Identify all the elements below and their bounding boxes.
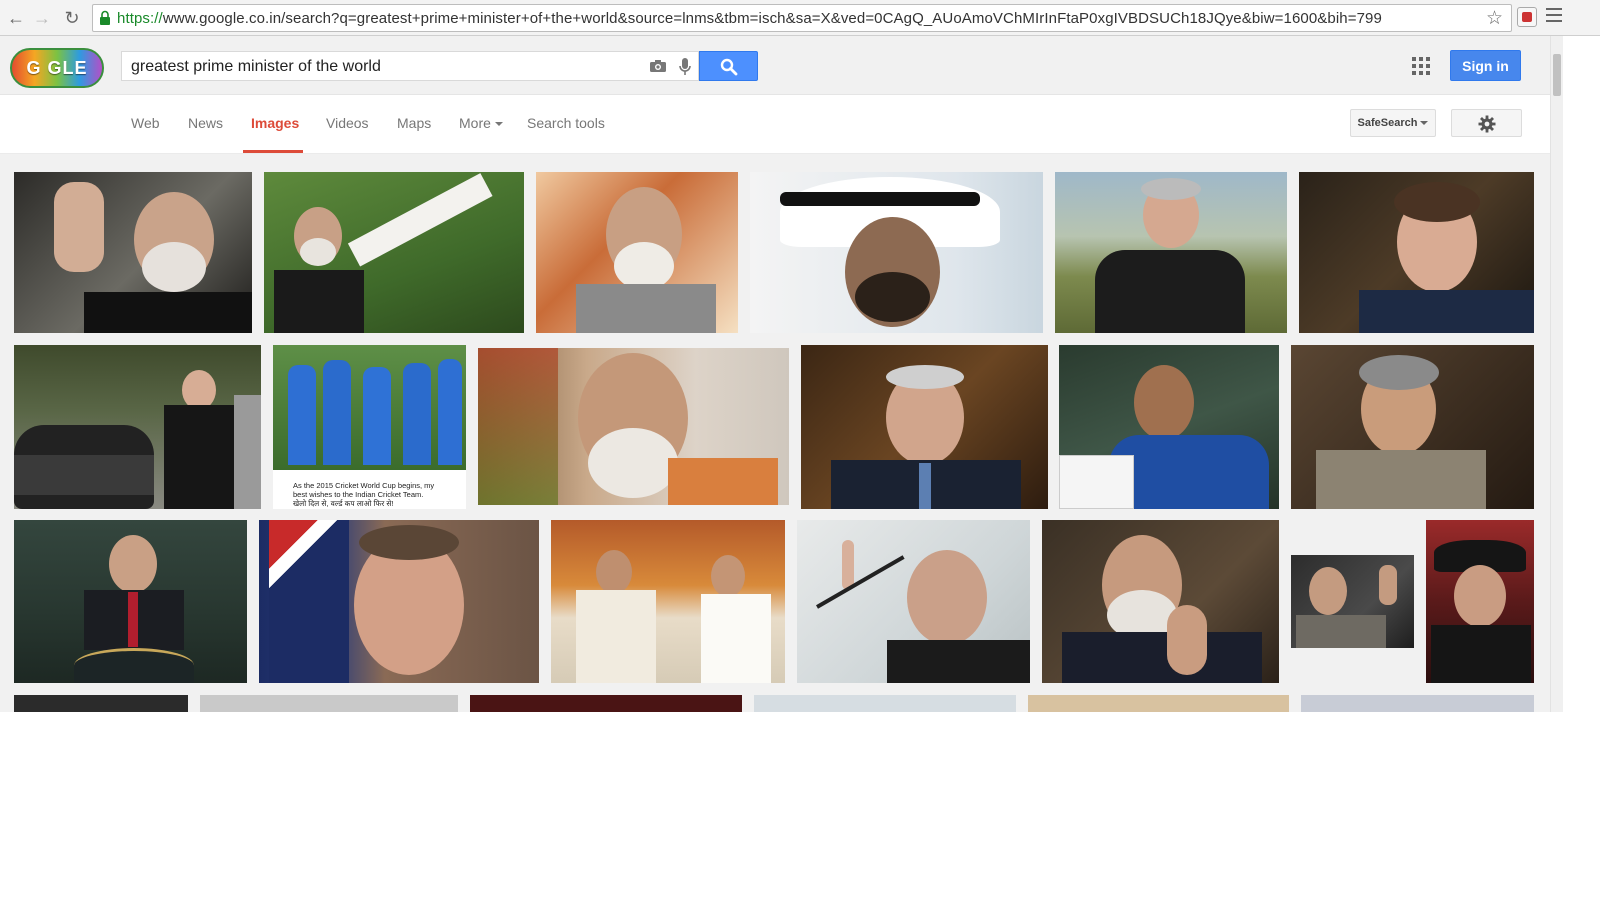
forward-arrow-icon[interactable]: → [30,6,54,30]
address-bar[interactable]: https://www.google.co.in/search?q=greate… [92,4,1512,32]
image-result[interactable] [1055,172,1287,333]
tab-search-tools[interactable]: Search tools [527,115,605,131]
sign-in-button[interactable]: Sign in [1450,50,1521,81]
image-result[interactable] [14,520,247,683]
safesearch-button[interactable]: SafeSearch [1350,109,1436,137]
image-result[interactable] [478,348,789,505]
image-result[interactable]: As the 2015 Cricket World Cup begins, my… [273,345,466,509]
reload-icon[interactable]: ↻ [60,6,84,30]
search-button[interactable] [699,51,758,81]
image-result[interactable] [259,520,539,683]
image-caption: खेलो दिल से, वर्ल्ड कप लाओ फिर से! [293,499,394,508]
tab-web[interactable]: Web [131,115,160,131]
image-result[interactable] [754,695,1016,712]
image-result[interactable] [470,695,742,712]
google-doodle-logo[interactable]: G GLE [10,48,104,88]
image-result[interactable] [551,520,785,683]
gear-icon [1478,115,1496,133]
search-tabs-bar: Web News Images Videos Maps More Search … [0,95,1550,154]
image-result[interactable] [1291,345,1534,509]
image-result[interactable] [1028,695,1289,712]
chevron-down-icon [1420,121,1429,125]
image-result[interactable] [200,695,458,712]
image-result[interactable] [14,345,261,509]
image-results-grid: As the 2015 Cricket World Cup begins, my… [0,154,1550,712]
scrollbar-thumb[interactable] [1553,54,1561,96]
browser-toolbar: ← → ↻ https://www.google.co.in/search?q=… [0,0,1600,36]
google-header: G GLE greatest prime minister of the wor… [0,36,1550,95]
image-caption: As the 2015 Cricket World Cup begins, my [293,481,435,490]
tab-maps[interactable]: Maps [397,115,431,131]
image-result[interactable] [14,172,252,333]
camera-icon[interactable] [649,59,667,73]
tab-more[interactable]: More [459,115,503,131]
image-result[interactable] [801,345,1048,509]
safesearch-label: SafeSearch [1357,117,1418,129]
lock-icon [100,10,110,25]
chevron-down-icon [494,122,503,127]
tab-news[interactable]: News [188,115,223,131]
image-result[interactable] [797,520,1030,683]
bookmark-star-icon[interactable]: ☆ [1486,7,1503,30]
tab-more-label: More [459,115,491,131]
url-text: https://www.google.co.in/search?q=greate… [117,10,1382,27]
extension-icon[interactable] [1517,7,1537,27]
image-result[interactable] [1299,172,1534,333]
tab-videos[interactable]: Videos [326,115,369,131]
image-result[interactable] [536,172,738,333]
image-result[interactable] [1059,345,1279,509]
search-query-text: greatest prime minister of the world [131,58,381,75]
image-result[interactable] [1301,695,1534,712]
settings-button[interactable] [1451,109,1522,137]
image-result[interactable] [14,695,188,712]
url-scheme: https:// [117,10,163,27]
image-caption: best wishes to the Indian Cricket Team. [293,490,424,499]
tab-images[interactable]: Images [251,115,299,131]
hamburger-menu-icon[interactable] [1546,8,1562,26]
back-arrow-icon[interactable]: ← [4,6,28,30]
microphone-icon[interactable] [678,57,692,77]
active-tab-indicator [243,150,303,153]
search-input[interactable]: greatest prime minister of the world [121,51,699,81]
image-result[interactable] [750,172,1043,333]
page-scrollbar[interactable] [1550,36,1563,712]
image-result[interactable] [1291,555,1414,648]
image-result[interactable] [264,172,524,333]
search-icon [720,58,738,76]
apps-grid-icon[interactable] [1412,57,1430,75]
logo-text: G GLE [26,57,88,78]
image-result[interactable] [1042,520,1279,683]
image-result[interactable] [1426,520,1534,683]
url-path: www.google.co.in/search?q=greatest+prime… [162,10,1382,27]
